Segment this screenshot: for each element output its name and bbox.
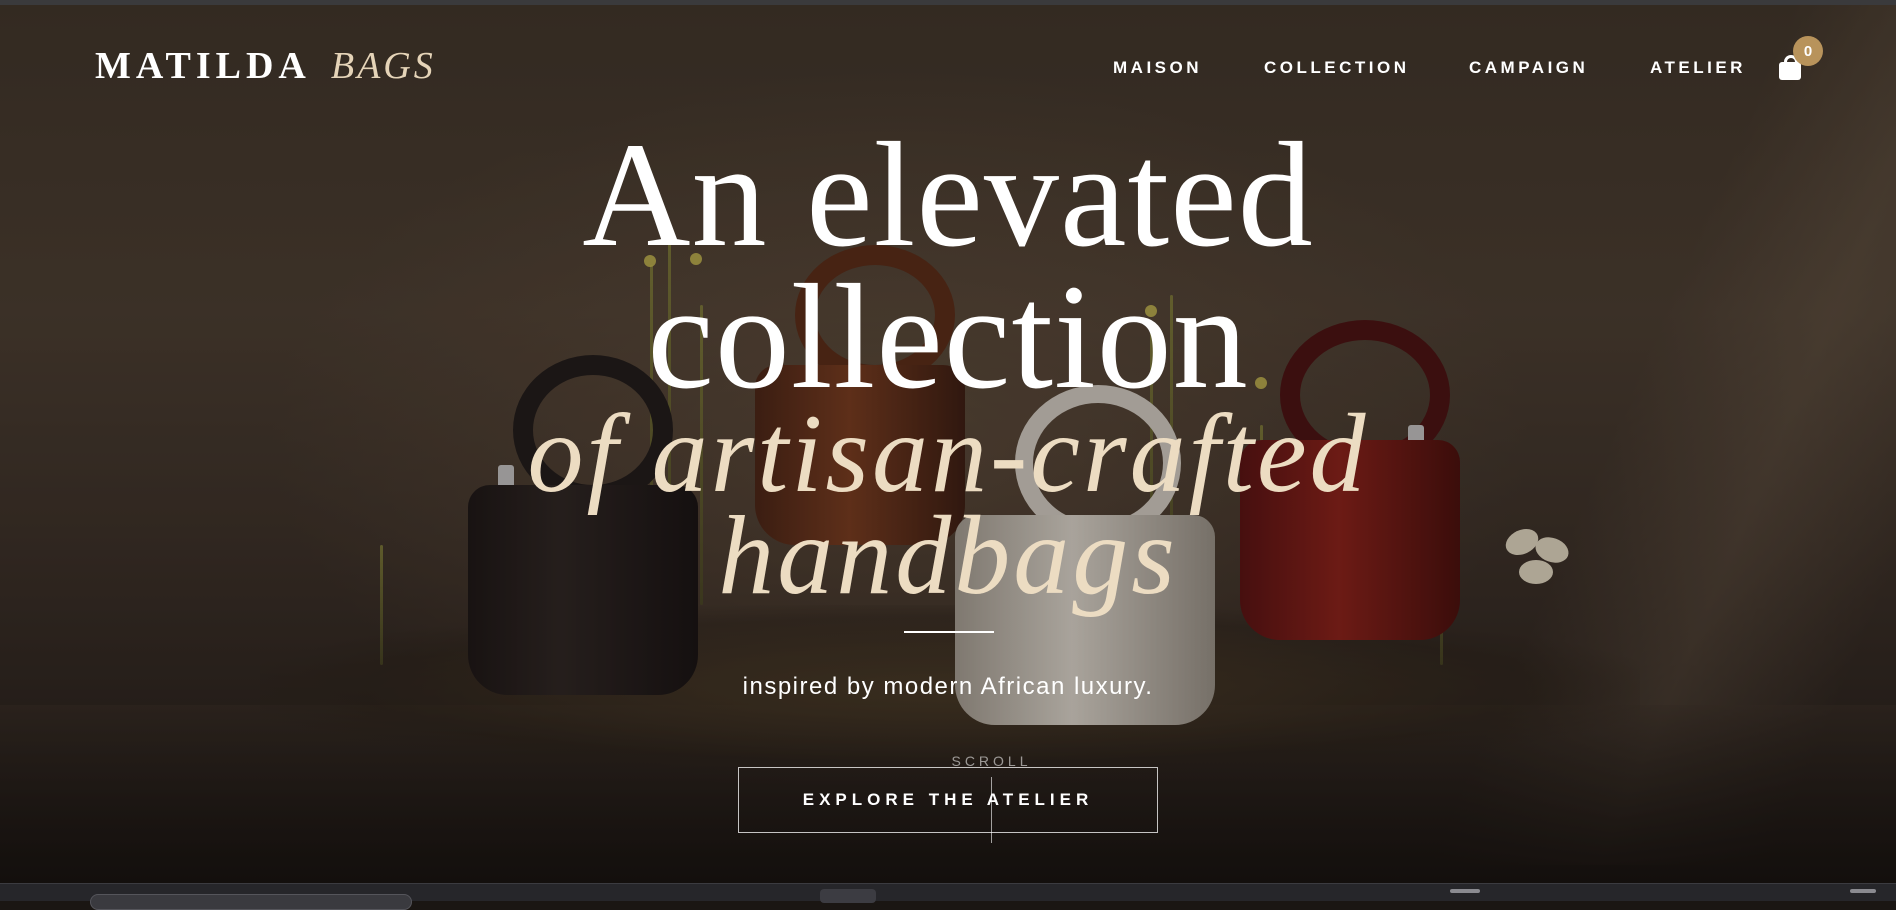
taskbar-tray-item[interactable]: [1450, 889, 1480, 893]
os-taskbar: [0, 883, 1896, 910]
nav-link-maison[interactable]: MAISON: [1113, 58, 1202, 78]
hero-headline-line-4: handbags: [718, 494, 1178, 618]
brand-logo[interactable]: MATILDA BAGS: [95, 44, 436, 87]
scroll-indicator-line: [991, 777, 992, 843]
taskbar-app-button[interactable]: [820, 889, 876, 903]
explore-atelier-button[interactable]: EXPLORE THE ATELIER: [738, 767, 1158, 833]
nav-link-campaign[interactable]: CAMPAIGN: [1469, 58, 1588, 78]
brand-name: MATILDA: [95, 45, 311, 87]
brand-subname: BAGS: [330, 45, 436, 87]
taskbar-search-box[interactable]: [90, 894, 412, 910]
hero-headline-line-2: collection: [647, 254, 1249, 420]
hero-tagline: inspired by modern African luxury.: [742, 673, 1154, 700]
hero-divider: [904, 631, 994, 633]
nav-link-atelier[interactable]: ATELIER: [1650, 58, 1746, 78]
cart-count-badge: 0: [1793, 36, 1823, 66]
hero-headline-line-1: An elevated: [582, 112, 1314, 278]
nav-link-collection[interactable]: COLLECTION: [1264, 58, 1410, 78]
taskbar-clock[interactable]: [1850, 889, 1876, 893]
